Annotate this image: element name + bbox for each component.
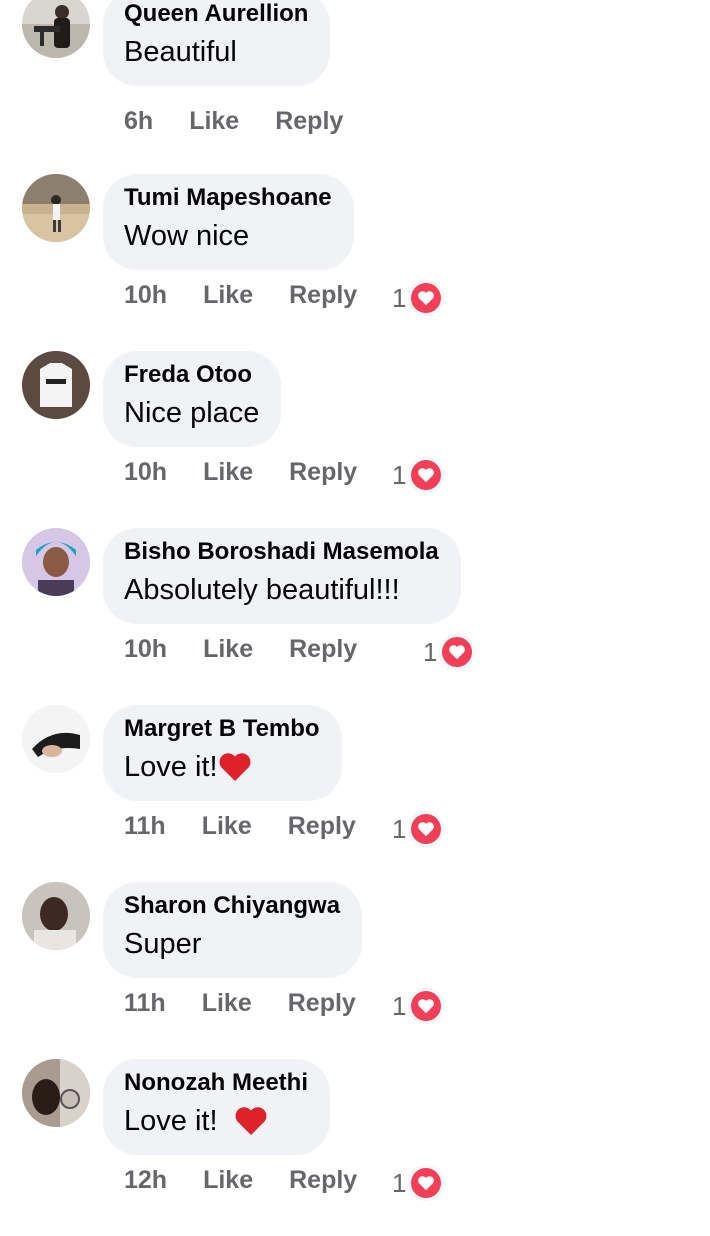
reaction-count: 1	[392, 813, 407, 844]
comment-text-content: Wow nice	[124, 220, 250, 252]
comment-item: Margret B Tembo Love it! 11h Like Reply …	[0, 705, 710, 882]
comment-text-content: Love it!	[124, 751, 218, 783]
avatar[interactable]	[22, 528, 90, 596]
comment-actions: 12h Like Reply	[124, 1160, 357, 1200]
comment-author[interactable]: Tumi Mapeshoane	[124, 182, 332, 214]
comment-actions: 10h Like Reply	[124, 275, 357, 315]
comment-author[interactable]: Sharon Chiyangwa	[124, 890, 340, 922]
like-button[interactable]: Like	[202, 812, 252, 841]
comment-item: Freda Otoo Nice place 10h Like Reply 1	[0, 351, 710, 528]
reaction-summary[interactable]: 1	[392, 458, 444, 492]
comment-text-content: Absolutely beautiful!!!	[124, 574, 400, 606]
comment-item: Bisho Boroshadi Masemola Absolutely beau…	[0, 528, 710, 705]
avatar[interactable]	[22, 882, 90, 950]
reply-button[interactable]: Reply	[275, 107, 343, 136]
reaction-summary[interactable]: 1	[392, 281, 444, 315]
red-heart-emoji-icon	[234, 1105, 268, 1137]
like-button[interactable]: Like	[189, 107, 239, 136]
avatar[interactable]	[22, 1059, 90, 1127]
reaction-summary[interactable]: 1	[392, 812, 444, 846]
avatar-photo	[22, 705, 90, 773]
comment-text: Love it!	[124, 1101, 308, 1141]
avatar-photo	[22, 528, 90, 596]
comment-actions: 10h Like Reply	[124, 452, 357, 492]
comment-time[interactable]: 10h	[124, 635, 167, 664]
comment-author[interactable]: Queen Aurellion	[124, 0, 308, 30]
love-reaction-icon	[440, 635, 475, 669]
comment-time[interactable]: 11h	[124, 989, 166, 1018]
avatar[interactable]	[22, 705, 90, 773]
comment-time[interactable]: 11h	[124, 812, 166, 841]
reply-button[interactable]: Reply	[289, 1166, 357, 1195]
avatar-photo	[22, 351, 90, 419]
comment-time[interactable]: 10h	[124, 281, 167, 310]
comment-bubble: Nonozah Meethi Love it!	[103, 1059, 330, 1155]
avatar-photo	[22, 174, 90, 242]
avatar-photo	[22, 882, 90, 950]
comment-text: Nice place	[124, 393, 259, 433]
comment-bubble: Queen Aurellion Beautiful	[103, 0, 331, 86]
comment-text-content: Love it!	[124, 1105, 226, 1137]
comment-actions: 10h Like Reply	[124, 629, 357, 669]
reaction-count: 1	[423, 636, 438, 667]
comment-bubble: Bisho Boroshadi Masemola Absolutely beau…	[103, 528, 461, 624]
reaction-summary[interactable]: 1	[423, 635, 475, 669]
comment-text: Absolutely beautiful!!!	[124, 570, 439, 610]
avatar-photo	[22, 1059, 90, 1127]
comment-item: Queen Aurellion Beautiful 6h Like Reply	[0, 0, 710, 167]
reaction-count: 1	[392, 282, 407, 313]
comment-bubble: Sharon Chiyangwa Super	[103, 882, 363, 978]
comment-item: Nonozah Meethi Love it! 12h Like Reply 1	[0, 1059, 710, 1236]
comment-actions: 11h Like Reply	[124, 983, 356, 1023]
reaction-summary[interactable]: 1	[392, 989, 444, 1023]
comment-text: Beautiful	[124, 32, 308, 72]
reaction-count: 1	[392, 1167, 407, 1198]
comment-author[interactable]: Margret B Tembo	[124, 713, 320, 745]
like-button[interactable]: Like	[203, 1166, 253, 1195]
comment-item: Tumi Mapeshoane Wow nice 10h Like Reply …	[0, 174, 710, 351]
avatar-photo	[22, 0, 90, 58]
comment-text: Super	[124, 924, 340, 964]
comment-bubble: Tumi Mapeshoane Wow nice	[103, 174, 354, 270]
comment-text-content: Beautiful	[124, 36, 237, 68]
reply-button[interactable]: Reply	[289, 458, 357, 487]
comment-time[interactable]: 12h	[124, 1166, 167, 1195]
comment-text: Love it!	[124, 747, 320, 787]
reply-button[interactable]: Reply	[288, 989, 356, 1018]
comment-time[interactable]: 10h	[124, 458, 167, 487]
reply-button[interactable]: Reply	[288, 812, 356, 841]
comment-actions: 11h Like Reply	[124, 806, 356, 846]
comment-text: Wow nice	[124, 216, 332, 256]
avatar[interactable]	[22, 0, 90, 58]
love-reaction-icon	[409, 281, 444, 315]
like-button[interactable]: Like	[202, 989, 252, 1018]
comment-text-content: Super	[124, 928, 202, 960]
avatar[interactable]	[22, 174, 90, 242]
love-reaction-icon	[409, 989, 444, 1023]
comment-text-content: Nice place	[124, 397, 260, 429]
love-reaction-icon	[409, 812, 444, 846]
like-button[interactable]: Like	[203, 458, 253, 487]
reaction-count: 1	[392, 459, 407, 490]
love-reaction-icon	[409, 458, 444, 492]
comment-item: Sharon Chiyangwa Super 11h Like Reply 1	[0, 882, 710, 1059]
comment-actions: 6h Like Reply	[124, 101, 343, 141]
comment-time[interactable]: 6h	[124, 107, 153, 136]
red-heart-emoji-icon	[218, 751, 252, 783]
comment-author[interactable]: Freda Otoo	[124, 359, 259, 391]
reply-button[interactable]: Reply	[289, 281, 357, 310]
comment-author[interactable]: Nonozah Meethi	[124, 1067, 308, 1099]
reaction-count: 1	[392, 990, 407, 1021]
comment-bubble: Margret B Tembo Love it!	[103, 705, 342, 801]
like-button[interactable]: Like	[203, 281, 253, 310]
like-button[interactable]: Like	[203, 635, 253, 664]
comment-author[interactable]: Bisho Boroshadi Masemola	[124, 536, 439, 568]
comment-bubble: Freda Otoo Nice place	[103, 351, 282, 447]
avatar[interactable]	[22, 351, 90, 419]
reply-button[interactable]: Reply	[289, 635, 357, 664]
